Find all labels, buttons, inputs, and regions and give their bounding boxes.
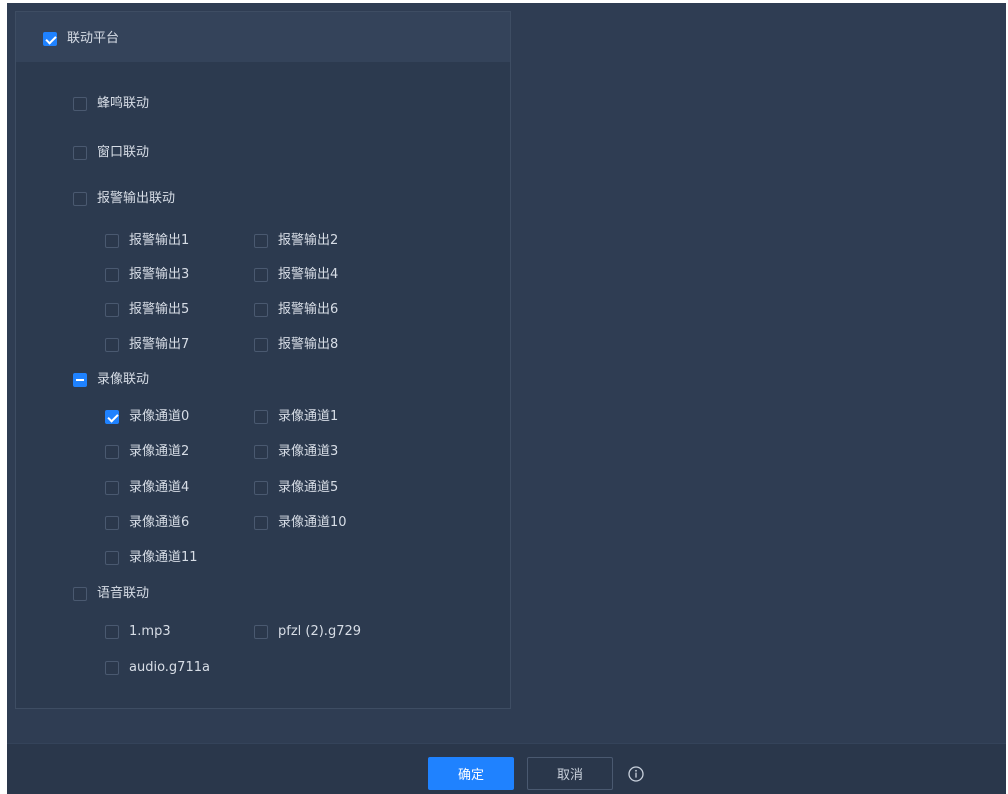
checkbox-box[interactable] <box>105 481 119 495</box>
checkbox-box[interactable] <box>105 234 119 248</box>
alarm-output-6-checkbox[interactable]: 报警输出6 <box>254 302 338 318</box>
record-channel-4-checkbox[interactable]: 录像通道4 <box>105 480 189 496</box>
checkbox-label: pfzl (2).g729 <box>278 624 362 639</box>
checkbox-label: 录像通道3 <box>278 444 339 459</box>
checkbox-box[interactable] <box>254 445 268 459</box>
checkbox-box[interactable] <box>105 338 119 352</box>
checkbox-label: 语音联动 <box>97 586 150 601</box>
record-channel-3-checkbox[interactable]: 录像通道3 <box>254 444 338 460</box>
info-icon[interactable] <box>628 766 644 782</box>
checkbox-box[interactable] <box>254 625 268 639</box>
checkbox-label: 录像通道4 <box>129 480 190 495</box>
checkbox-label: 录像联动 <box>97 372 150 387</box>
checkbox-box[interactable] <box>73 146 87 160</box>
checkbox-label: 报警输出1 <box>129 233 190 248</box>
checkbox-label: 录像通道0 <box>129 409 190 424</box>
checkbox-box[interactable] <box>105 410 119 424</box>
alarm-output-2-checkbox[interactable]: 报警输出2 <box>254 233 338 249</box>
checkbox-box[interactable] <box>254 303 268 317</box>
checkbox-box[interactable] <box>105 516 119 530</box>
checkbox-label: 报警输出联动 <box>97 191 176 206</box>
platform-linkage-checkbox[interactable]: 联动平台 <box>43 31 119 47</box>
cancel-button[interactable]: 取消 <box>527 757 613 790</box>
checkbox-box[interactable] <box>254 516 268 530</box>
linkage-panel: 联动平台 蜂鸣联动 窗口联动 报警输出联动 报警输出1 报警输出2 报警输出3 <box>15 11 511 709</box>
checkbox-box[interactable] <box>105 445 119 459</box>
checkbox-box[interactable] <box>254 338 268 352</box>
record-channel-11-checkbox[interactable]: 录像通道11 <box>105 550 198 566</box>
checkbox-label: 1.mp3 <box>129 624 171 639</box>
checkbox-label: 报警输出5 <box>129 302 190 317</box>
alarm-output-5-checkbox[interactable]: 报警输出5 <box>105 302 189 318</box>
checkbox-label: 报警输出7 <box>129 337 190 352</box>
alarm-output-8-checkbox[interactable]: 报警输出8 <box>254 337 338 353</box>
audio-file-g729-checkbox[interactable]: pfzl (2).g729 <box>254 624 361 640</box>
checkbox-box[interactable] <box>73 373 87 387</box>
checkbox-label: 录像通道5 <box>278 480 339 495</box>
linkage-dialog: 联动平台 蜂鸣联动 窗口联动 报警输出联动 报警输出1 报警输出2 报警输出3 <box>7 3 1006 794</box>
dialog-footer: 确定 取消 <box>7 743 1006 794</box>
record-channel-1-checkbox[interactable]: 录像通道1 <box>254 409 338 425</box>
audio-file-mp3-checkbox[interactable]: 1.mp3 <box>105 624 171 640</box>
checkbox-label: 报警输出4 <box>278 267 339 282</box>
checkbox-label: 录像通道6 <box>129 515 190 530</box>
checkbox-box[interactable] <box>254 481 268 495</box>
alarm-output-1-checkbox[interactable]: 报警输出1 <box>105 233 189 249</box>
checkbox-label: 报警输出8 <box>278 337 339 352</box>
alarm-output-3-checkbox[interactable]: 报警输出3 <box>105 267 189 283</box>
checkbox-box[interactable] <box>73 97 87 111</box>
checkbox-box[interactable] <box>254 410 268 424</box>
audio-file-g711a-checkbox[interactable]: audio.g711a <box>105 660 210 676</box>
checkbox-box[interactable] <box>105 661 119 675</box>
checkbox-box[interactable] <box>73 192 87 206</box>
checkbox-label: 录像通道10 <box>278 515 347 530</box>
checkbox-label: 报警输出2 <box>278 233 339 248</box>
record-channel-0-checkbox[interactable]: 录像通道0 <box>105 409 189 425</box>
record-channel-10-checkbox[interactable]: 录像通道10 <box>254 515 347 531</box>
checkbox-box[interactable] <box>254 234 268 248</box>
checkbox-label: audio.g711a <box>129 660 210 675</box>
checkbox-box[interactable] <box>105 303 119 317</box>
checkbox-label: 录像通道11 <box>129 550 198 565</box>
buzzer-linkage-checkbox[interactable]: 蜂鸣联动 <box>73 96 149 112</box>
alarm-output-4-checkbox[interactable]: 报警输出4 <box>254 267 338 283</box>
checkbox-box[interactable] <box>43 32 57 46</box>
alarm-output-linkage-checkbox[interactable]: 报警输出联动 <box>73 191 175 207</box>
checkbox-label: 报警输出3 <box>129 267 190 282</box>
record-channel-5-checkbox[interactable]: 录像通道5 <box>254 480 338 496</box>
checkbox-label: 窗口联动 <box>97 145 150 160</box>
record-linkage-checkbox[interactable]: 录像联动 <box>73 372 149 388</box>
window-linkage-checkbox[interactable]: 窗口联动 <box>73 145 149 161</box>
checkbox-box[interactable] <box>105 625 119 639</box>
record-channel-6-checkbox[interactable]: 录像通道6 <box>105 515 189 531</box>
checkbox-box[interactable] <box>105 551 119 565</box>
checkbox-label: 报警输出6 <box>278 302 339 317</box>
audio-linkage-checkbox[interactable]: 语音联动 <box>73 586 149 602</box>
checkbox-label: 蜂鸣联动 <box>97 96 150 111</box>
confirm-button[interactable]: 确定 <box>428 757 514 790</box>
checkbox-label: 联动平台 <box>67 31 120 46</box>
checkbox-box[interactable] <box>254 268 268 282</box>
alarm-output-7-checkbox[interactable]: 报警输出7 <box>105 337 189 353</box>
record-channel-2-checkbox[interactable]: 录像通道2 <box>105 444 189 460</box>
checkbox-label: 录像通道2 <box>129 444 190 459</box>
checkbox-box[interactable] <box>105 268 119 282</box>
checkbox-label: 录像通道1 <box>278 409 339 424</box>
checkbox-box[interactable] <box>73 587 87 601</box>
